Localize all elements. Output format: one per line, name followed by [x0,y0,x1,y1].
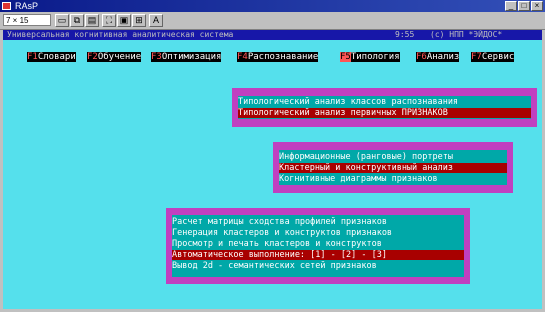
minimize-button[interactable]: _ [505,1,517,11]
settings-icon[interactable]: ▣ [117,14,131,27]
menu-key: F3 [151,52,162,62]
mark-icon[interactable]: ▭ [55,14,69,27]
submenu-item-auto-run[interactable]: Автоматическое выполнение: [1] - [2] - [… [172,250,464,260]
menu-label: Сервис [481,52,515,62]
submenu-item-cognitive-diagrams[interactable]: Когнитивные диаграммы признаков [279,174,507,184]
app-icon [2,2,11,10]
menu-item-f1[interactable]: F1Словари [27,52,76,63]
submenu-item-info-portraits[interactable]: Информационные (ранговые) портреты [279,152,507,162]
menu-item-f7[interactable]: F7Сервис [471,52,515,63]
cluster-analysis-submenu: Расчет матрицы сходства профилей признак… [166,208,470,284]
status-bar: Универсальная когнитивная аналитическая … [3,30,542,40]
copyright: (c) НПП *ЭЙДОС* [430,30,503,39]
typology-submenu: Типологический анализ классов распознава… [232,88,537,127]
clock: 9:55 [395,30,415,39]
menu-label: Распознавание [247,52,319,62]
submenu-item-view-print[interactable]: Просмотр и печать кластеров и конструкто… [172,239,464,249]
menu-item-f2[interactable]: F2Обучение [87,52,142,63]
menu-item-f4[interactable]: F4Распознавание [237,52,319,63]
font-icon[interactable]: A [149,14,163,27]
menu-key: F4 [237,52,248,62]
close-button[interactable]: × [531,1,543,11]
menu-key: F2 [87,52,98,62]
submenu-item-feature-typology[interactable]: Типологический анализ первичных ПРИЗНАКО… [238,108,531,118]
menu-label: Словари [37,52,76,62]
toolbar: 7 × 15 ▭ ⧉ ▤ ⛶ ▣ ⊞ A [0,12,545,30]
feature-typology-submenu: Информационные (ранговые) портреты Класт… [273,142,513,193]
menu-label: Анализ [426,52,460,62]
submenu-item-similarity-matrix[interactable]: Расчет матрицы сходства профилей признак… [172,217,464,227]
maximize-button[interactable]: □ [518,1,530,11]
window-title: RAsP [15,1,39,11]
menu-item-f5[interactable]: F5Типология [340,52,400,63]
system-name: Универсальная когнитивная аналитическая … [7,30,234,39]
paste-icon[interactable]: ▤ [85,14,99,27]
menu-label: Оптимизация [161,52,222,62]
submenu-item-cluster-analysis[interactable]: Кластерный и конструктивный анализ [279,163,507,173]
menu-label: Типология [350,52,400,62]
copy-icon[interactable]: ⧉ [70,14,84,27]
console-screen: Универсальная когнитивная аналитическая … [3,30,542,309]
font-size-select[interactable]: 7 × 15 [3,14,51,26]
main-menu: F1Словари F2Обучение F3Оптимизация F4Рас… [3,52,542,63]
submenu-item-class-typology[interactable]: Типологический анализ классов распознава… [238,97,531,107]
menu-key: F5 [340,52,351,62]
menu-key: F7 [471,52,482,62]
menu-key: F6 [416,52,427,62]
window-title-bar: RAsP _ □ × [0,0,545,12]
submenu-item-generate-clusters[interactable]: Генерация кластеров и конструктов призна… [172,228,464,238]
menu-item-f3[interactable]: F3Оптимизация [151,52,222,63]
menu-item-f6[interactable]: F6Анализ [416,52,460,63]
background-icon[interactable]: ⊞ [132,14,146,27]
fullscreen-icon[interactable]: ⛶ [102,14,116,27]
submenu-item-semantic-networks[interactable]: Вывод 2d - семантических сетей признаков [172,261,464,271]
menu-label: Обучение [97,52,142,62]
menu-key: F1 [27,52,38,62]
